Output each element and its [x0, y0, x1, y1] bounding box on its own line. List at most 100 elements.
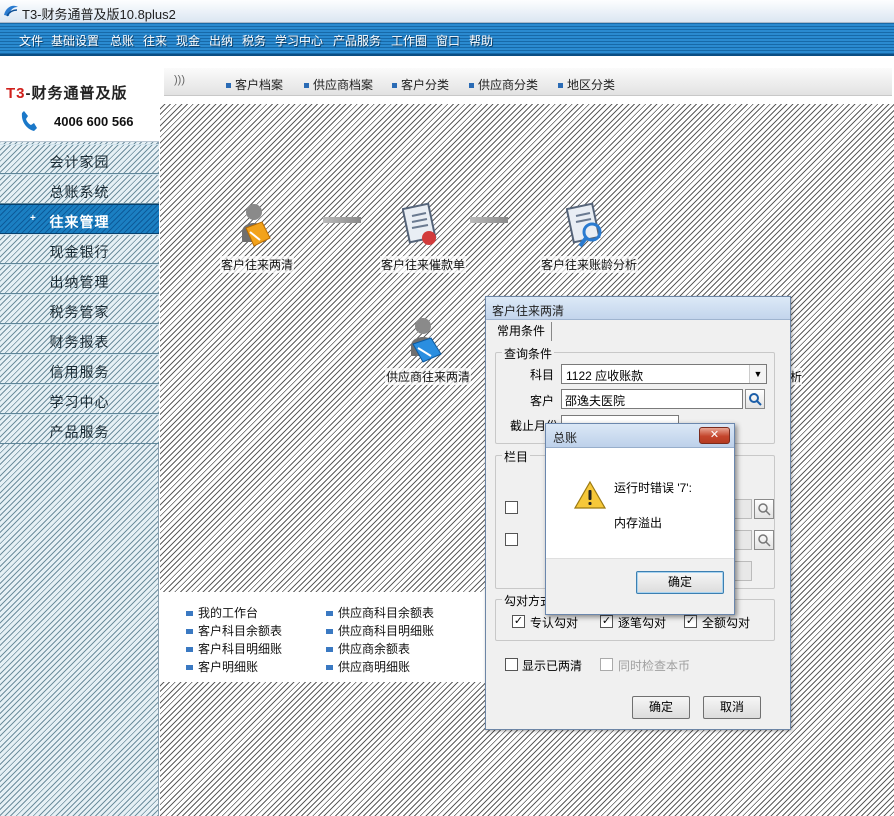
nav-transactions-management[interactable]: + 往来管理: [0, 204, 159, 234]
aging-icon: [566, 202, 602, 248]
phone-icon: [21, 111, 37, 131]
cancel-button[interactable]: 取消: [703, 696, 761, 719]
flow-arrow: [470, 217, 508, 223]
link-customer-subject-detail[interactable]: 客户科目明细账: [186, 640, 282, 657]
tab-common-conditions[interactable]: 常用条件: [493, 322, 553, 341]
nav-credit[interactable]: 信用服务: [0, 354, 159, 384]
nav-label: 往来管理: [49, 214, 110, 230]
link-region-category[interactable]: 地区分类: [558, 76, 615, 93]
column-lookup-button-2[interactable]: [754, 530, 774, 550]
column-field-2[interactable]: [734, 530, 752, 550]
flow-label-partial: 析: [790, 368, 803, 385]
show-cleared-checkbox[interactable]: [505, 658, 518, 671]
menu-general-ledger[interactable]: 总账: [110, 32, 134, 49]
statement-icon: [402, 202, 437, 245]
menu-workcircle[interactable]: 工作圈: [391, 32, 427, 49]
link-supplier-subject-balance[interactable]: 供应商科目余额表: [326, 604, 434, 621]
menu-transactions[interactable]: 往来: [143, 32, 167, 49]
nav-label: 税务管家: [49, 304, 110, 320]
link-supplier-archive[interactable]: 供应商档案: [304, 76, 373, 93]
column-lookup-button-1[interactable]: [754, 499, 774, 519]
nav-cash-bank[interactable]: 现金银行: [0, 234, 159, 264]
menu-help[interactable]: 帮助: [469, 32, 493, 49]
column-checkbox-2[interactable]: [505, 533, 518, 546]
nav-products[interactable]: 产品服务: [0, 414, 159, 444]
link-customer-detail[interactable]: 客户明细账: [186, 658, 258, 675]
menu-products[interactable]: 产品服务: [333, 32, 381, 49]
left-panel: T3-财务通普及版 4006 600 566 会计家园 总账系统 + 往来管理 现…: [0, 58, 159, 816]
nav-general-ledger[interactable]: 总账系统: [0, 174, 159, 204]
report-links: 我的工作台 客户科目余额表 客户科目明细账 客户明细账 供应商科目余额表 供应商…: [160, 592, 490, 682]
brand-name: T3-财务通普及版: [6, 85, 128, 102]
error-dialog: 总账 ✕ 运行时错误 '7': 内存溢出 确定: [545, 423, 735, 615]
link-supplier-category[interactable]: 供应商分类: [469, 76, 538, 93]
menu-cash[interactable]: 现金: [176, 32, 200, 49]
nav-label: 会计家园: [49, 154, 110, 170]
menu-tax[interactable]: 税务: [242, 32, 266, 49]
customer-lookup-button[interactable]: [745, 389, 765, 409]
column-checkbox-1[interactable]: [505, 501, 518, 514]
flow-label: 供应商往来两清: [385, 368, 472, 385]
flow-label: 客户往来催款单: [380, 256, 467, 273]
error-code-text: 运行时错误 '7':: [614, 481, 692, 495]
hotline-number: 4006 600 566: [54, 114, 134, 129]
customer-input[interactable]: 邵逸夫医院: [561, 389, 743, 409]
collapse-icon[interactable]: ))): [174, 74, 185, 86]
error-message-text: 内存溢出: [614, 516, 663, 530]
menu-basic-settings[interactable]: 基础设置: [51, 32, 99, 49]
close-icon[interactable]: ✕: [699, 427, 730, 444]
search-icon: [758, 503, 771, 516]
nav-label: 财务报表: [49, 334, 110, 350]
nav-cashier[interactable]: 出纳管理: [0, 264, 159, 294]
link-customer-subject-balance[interactable]: 客户科目余额表: [186, 622, 282, 639]
menu-file[interactable]: 文件: [19, 32, 43, 49]
link-supplier-balance[interactable]: 供应商余额表: [326, 640, 410, 657]
nav-tax[interactable]: 税务管家: [0, 294, 159, 324]
nav-accounting-home[interactable]: 会计家园: [0, 144, 159, 174]
dropdown-icon[interactable]: ▼: [749, 365, 766, 383]
nav-label: 出纳管理: [49, 274, 110, 290]
column-field-3[interactable]: [734, 561, 752, 581]
window-title: T3-财务通普及版10.8plus2: [22, 7, 176, 22]
nav-label: 现金银行: [49, 244, 110, 260]
menu-window[interactable]: 窗口: [436, 32, 460, 49]
link-customer-category[interactable]: 客户分类: [392, 76, 449, 93]
link-supplier-detail[interactable]: 供应商明细账: [326, 658, 410, 675]
group-title: 查询条件: [502, 345, 555, 362]
nav-label: 信用服务: [49, 364, 110, 380]
itemwise-match-checkbox[interactable]: ✓: [600, 615, 613, 628]
show-cleared-label: 显示已两清: [522, 659, 583, 673]
menu-learning[interactable]: 学习中心: [275, 32, 323, 49]
specific-match-checkbox[interactable]: ✓: [512, 615, 525, 628]
link-my-workbench[interactable]: 我的工作台: [186, 604, 258, 621]
itemwise-match-label: 逐笔勾对: [618, 616, 667, 630]
ok-button[interactable]: 确定: [632, 696, 690, 719]
error-ok-button[interactable]: 确定: [636, 571, 724, 594]
quick-links-bar: ))) 客户档案 供应商档案 客户分类 供应商分类 地区分类: [160, 58, 894, 104]
flow-label: 客户往来两清: [220, 256, 295, 273]
flow-arrow: [323, 217, 361, 223]
nav-label: 产品服务: [49, 424, 110, 440]
flow-supplier-clear[interactable]: 供应商往来两清: [385, 316, 475, 386]
link-customer-archive[interactable]: 客户档案: [226, 76, 283, 93]
app-icon: [4, 5, 18, 17]
flow-customer-statement[interactable]: 客户往来催款单: [380, 202, 470, 273]
check-base-currency-label: 同时检查本币: [618, 659, 691, 673]
check-base-currency-checkbox[interactable]: [600, 658, 613, 671]
flow-customer-clear[interactable]: 客户往来两清: [220, 202, 295, 273]
menu-cashier[interactable]: 出纳: [209, 32, 233, 49]
subject-label: 科目: [529, 368, 554, 382]
subject-select[interactable]: 1122 应收账款 ▼: [561, 364, 767, 384]
fullamount-match-checkbox[interactable]: ✓: [684, 615, 697, 628]
warning-icon: [574, 480, 606, 509]
nav-learning[interactable]: 学习中心: [0, 384, 159, 414]
column-field-1[interactable]: [734, 499, 752, 519]
title-bar: T3-财务通普及版10.8plus2: [0, 0, 894, 23]
search-icon: [749, 393, 762, 406]
group-title: 栏目: [502, 448, 531, 465]
customer-label: 客户: [529, 394, 554, 408]
flow-customer-aging[interactable]: 客户往来账龄分析: [540, 202, 640, 273]
nav-reports[interactable]: 财务报表: [0, 324, 159, 354]
link-supplier-subject-detail[interactable]: 供应商科目明细账: [326, 622, 434, 639]
customer-clear-icon: [242, 204, 271, 247]
